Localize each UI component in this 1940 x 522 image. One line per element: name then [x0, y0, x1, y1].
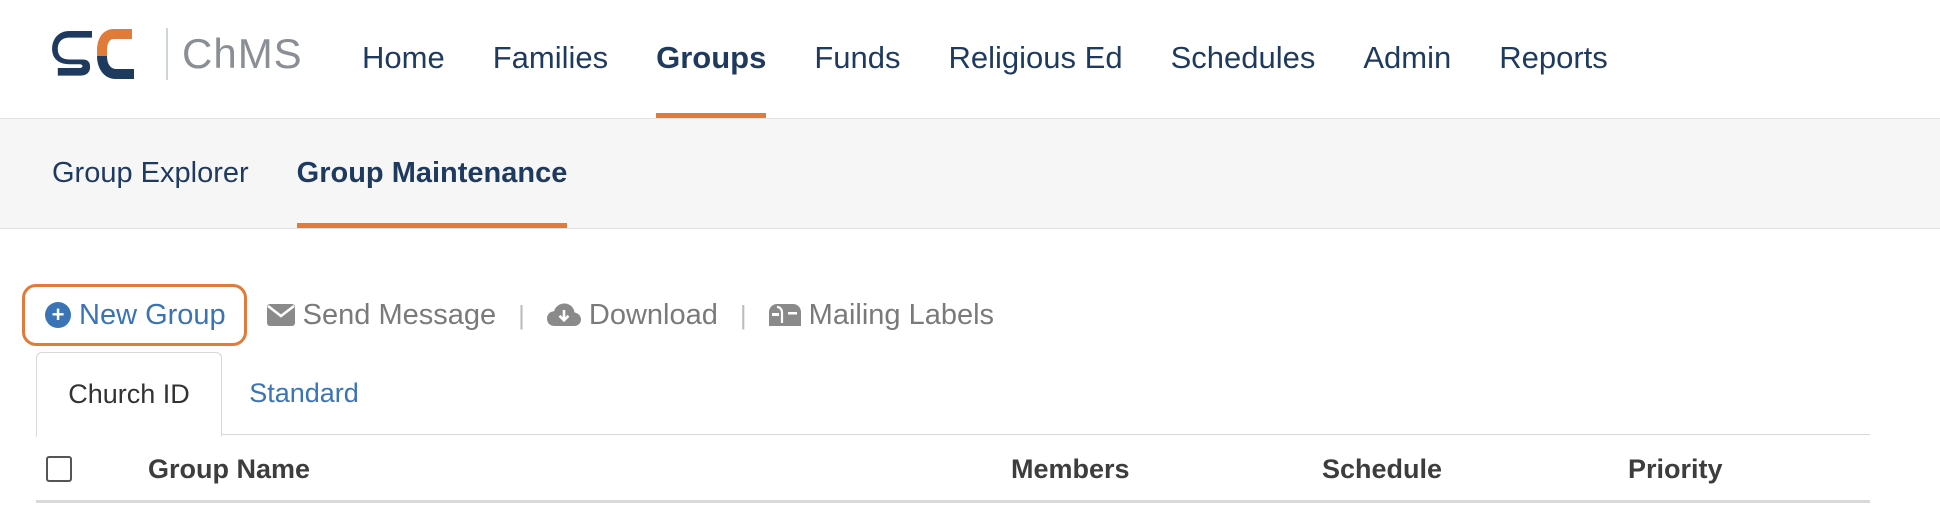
action-bar: + New Group Send Message | Download | Ma… — [22, 284, 994, 346]
download-label: Download — [588, 298, 718, 331]
nav-item-families[interactable]: Families — [493, 0, 608, 118]
nav-item-schedules[interactable]: Schedules — [1171, 0, 1316, 118]
logo-divider — [166, 28, 168, 80]
nav-item-religious-ed[interactable]: Religious Ed — [949, 0, 1123, 118]
column-header-priority[interactable]: Priority — [1628, 454, 1723, 485]
nav-item-home[interactable]: Home — [362, 0, 445, 118]
mailing-labels-label: Mailing Labels — [808, 298, 995, 331]
column-header-members[interactable]: Members — [1011, 454, 1130, 485]
select-all-checkbox[interactable] — [46, 456, 72, 482]
column-header-schedule[interactable]: Schedule — [1322, 454, 1442, 485]
send-message-label: Send Message — [302, 298, 497, 331]
mailing-labels-button[interactable]: Mailing Labels — [768, 298, 995, 332]
column-header-group-name[interactable]: Group Name — [148, 454, 310, 485]
envelope-icon — [266, 304, 295, 326]
plus-circle-icon: + — [45, 302, 71, 328]
table-header: Group Name Members Schedule Priority — [36, 440, 1870, 503]
mailbox-icon — [768, 304, 801, 326]
sub-nav: Group Explorer Group Maintenance — [52, 119, 615, 228]
brand-text: ChMS — [182, 30, 303, 77]
cloud-download-icon — [546, 303, 581, 326]
top-navigation-bar: ChMS Home Families Groups Funds Religiou… — [0, 0, 1940, 119]
send-message-button[interactable]: Send Message — [266, 298, 497, 332]
view-tabs: Church ID Standard — [36, 352, 1870, 437]
subnav-item-group-explorer[interactable]: Group Explorer — [52, 119, 249, 228]
nav-item-funds[interactable]: Funds — [814, 0, 900, 118]
new-group-button[interactable]: + New Group — [22, 284, 247, 346]
app-logo[interactable]: ChMS — [52, 26, 303, 82]
nav-item-groups[interactable]: Groups — [656, 0, 767, 118]
nav-item-reports[interactable]: Reports — [1499, 0, 1608, 118]
logo-mark-icon — [52, 29, 134, 79]
download-button[interactable]: Download — [546, 298, 718, 332]
sub-navigation-bar: Group Explorer Group Maintenance — [0, 119, 1940, 229]
separator: | — [739, 299, 747, 330]
tab-standard[interactable]: Standard — [234, 352, 374, 434]
new-group-label: New Group — [79, 298, 226, 331]
subnav-item-group-maintenance[interactable]: Group Maintenance — [296, 119, 567, 228]
tab-church-id[interactable]: Church ID — [36, 352, 222, 437]
nav-item-admin[interactable]: Admin — [1363, 0, 1451, 118]
main-nav: Home Families Groups Funds Religious Ed … — [362, 0, 1656, 118]
separator: | — [518, 299, 525, 330]
